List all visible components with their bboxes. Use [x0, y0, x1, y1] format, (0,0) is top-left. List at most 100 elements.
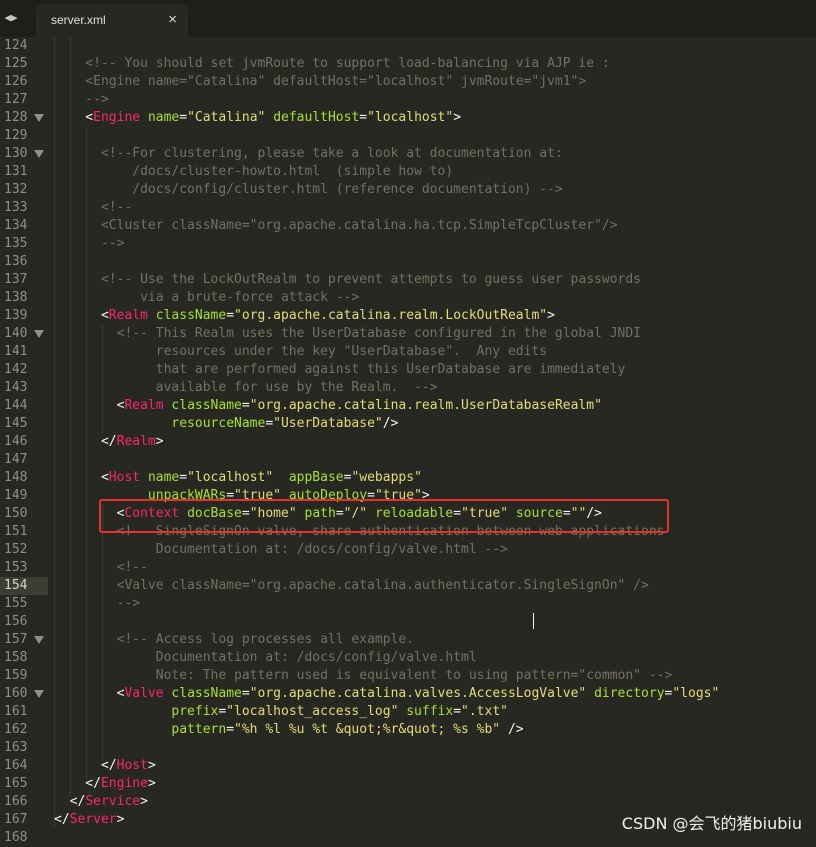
- code-token: via a brute-force attack -->: [54, 290, 360, 305]
- code-line[interactable]: 155 -->: [0, 595, 816, 613]
- code-token: <: [54, 470, 109, 485]
- code-token: Host: [116, 758, 148, 773]
- tab-server-xml[interactable]: server.xml ×: [36, 4, 188, 37]
- code-line[interactable]: 157 <!-- Access log processes all exampl…: [0, 631, 816, 649]
- tab-label: server.xml: [51, 13, 106, 27]
- code-text: </Server>: [54, 811, 124, 829]
- line-number-cell: 151: [0, 523, 48, 541]
- code-token: >: [453, 110, 462, 125]
- code-text: <Host name="localhost" appBase="webapps": [54, 469, 422, 487]
- code-text: Documentation at: /docs/config/valve.htm…: [54, 649, 477, 667]
- code-token: >: [155, 434, 164, 449]
- code-line[interactable]: 140 <!-- This Realm uses the UserDatabas…: [0, 325, 816, 343]
- code-line[interactable]: 153 <!--: [0, 559, 816, 577]
- code-line[interactable]: 141 resources under the key "UserDatabas…: [0, 343, 816, 361]
- line-number: 135: [4, 236, 28, 251]
- code-line[interactable]: 132 /docs/config/cluster.html (reference…: [0, 181, 816, 199]
- code-line[interactable]: 164 </Host>: [0, 757, 816, 775]
- code-line[interactable]: 148 <Host name="localhost" appBase="weba…: [0, 469, 816, 487]
- code-token: =: [226, 308, 235, 323]
- code-line[interactable]: 154 <Valve className="org.apache.catalin…: [0, 577, 816, 595]
- code-line[interactable]: 161 prefix = "localhost_access_log" suffix…: [0, 703, 816, 721]
- code-text: <Realm className="org.apache.catalina.re…: [54, 307, 555, 325]
- code-line[interactable]: 126 <Engine name="Catalina" defaultHost=…: [0, 73, 816, 91]
- code-line[interactable]: 166 </Service>: [0, 793, 816, 811]
- line-number-cell: 141: [0, 343, 48, 361]
- code-token: -->: [54, 596, 141, 611]
- code-text: <!-- This Realm uses the UserDatabase co…: [54, 325, 641, 343]
- line-number-cell: 150: [0, 505, 48, 523]
- code-line[interactable]: 147: [0, 451, 816, 469]
- line-number: 141: [4, 344, 28, 359]
- code-editor[interactable]: 124 125 <!-- You should set jvmRoute to s…: [0, 37, 816, 845]
- code-line[interactable]: 136: [0, 253, 816, 271]
- code-line[interactable]: 138 via a brute-force attack -->: [0, 289, 816, 307]
- line-number: 154: [4, 578, 28, 593]
- tab-scroll-arrows-icon[interactable]: ◀▶: [0, 8, 22, 28]
- code-token: <: [54, 398, 125, 413]
- fold-arrow-icon[interactable]: [34, 636, 44, 644]
- code-line[interactable]: 134 <Cluster className="org.apache.catal…: [0, 217, 816, 235]
- code-line[interactable]: 144 <Realm className="org.apache.catalin…: [0, 397, 816, 415]
- line-number-cell: 130: [0, 145, 48, 163]
- line-number-cell: 154: [0, 577, 48, 595]
- code-line[interactable]: 133 <!--: [0, 199, 816, 217]
- code-text: </Engine>: [54, 775, 155, 793]
- code-token: "localhost_access_log": [226, 704, 399, 719]
- code-line[interactable]: 128 <Engine name="Catalina" defaultHost=…: [0, 109, 816, 127]
- close-icon[interactable]: ×: [168, 11, 177, 28]
- line-number: 157: [4, 632, 28, 647]
- line-number: 130: [4, 146, 28, 161]
- code-token: appBase: [288, 470, 344, 485]
- code-token: <: [54, 308, 109, 323]
- fold-arrow-icon[interactable]: [34, 690, 44, 698]
- line-number-cell: 135: [0, 235, 48, 253]
- code-line[interactable]: 139 <Realm className="org.apache.catalin…: [0, 307, 816, 325]
- code-line[interactable]: 145 resourceName="UserDatabase"/>: [0, 415, 816, 433]
- code-token: <!-- This Realm uses the UserDatabase co…: [54, 326, 641, 341]
- code-line[interactable]: 124: [0, 37, 816, 55]
- code-token: >: [547, 308, 555, 323]
- line-number-cell: 140: [0, 325, 48, 343]
- text-cursor: [533, 613, 534, 629]
- code-token: resourceName: [171, 416, 266, 431]
- code-line[interactable]: 163: [0, 739, 816, 757]
- code-line[interactable]: 142 that are performed against this User…: [0, 361, 816, 379]
- code-line[interactable]: 160 <Valve className="org.apache.catalin…: [0, 685, 816, 703]
- code-token: "Catalina": [187, 110, 266, 125]
- code-line[interactable]: 137 <!-- Use the LockOutRealm to prevent…: [0, 271, 816, 289]
- fold-arrow-icon[interactable]: [34, 330, 44, 338]
- fold-arrow-icon[interactable]: [34, 150, 44, 158]
- code-line[interactable]: 165 </Engine>: [0, 775, 816, 793]
- code-token: name: [147, 110, 180, 125]
- code-line[interactable]: 159 Note: The pattern used is equivalent…: [0, 667, 816, 685]
- code-line[interactable]: 129: [0, 127, 816, 145]
- line-number-cell: 143: [0, 379, 48, 397]
- code-line[interactable]: 143 available for use by the Realm. -->: [0, 379, 816, 397]
- code-token: =: [226, 722, 235, 737]
- code-line[interactable]: 162 pattern="%h %l %u %t &quot;%r&quot; …: [0, 721, 816, 739]
- line-number-cell: 159: [0, 667, 48, 685]
- code-line[interactable]: 127 -->: [0, 91, 816, 109]
- code-token: />: [382, 416, 399, 431]
- code-text: -->: [54, 595, 140, 613]
- code-line[interactable]: 156: [0, 613, 816, 631]
- line-number: 137: [4, 272, 28, 287]
- code-line[interactable]: 131 /docs/cluster-howto.html (simple how…: [0, 163, 816, 181]
- code-text: Note: The pattern used is equivalent to …: [54, 667, 673, 685]
- code-line[interactable]: 130 <!--For clustering, please take a lo…: [0, 145, 816, 163]
- code-line[interactable]: 152 Documentation at: /docs/config/valve…: [0, 541, 816, 559]
- line-number: 162: [4, 722, 28, 737]
- annotation-highlight-box: [99, 499, 669, 533]
- code-text: <!-- You should set jvmRoute to support …: [54, 55, 609, 73]
- code-line[interactable]: 158 Documentation at: /docs/config/valve…: [0, 649, 816, 667]
- code-token: "org.apache.catalina.valves.AccessLogVal…: [249, 686, 587, 701]
- code-token: Documentation at: /docs/config/valve.htm…: [54, 542, 508, 557]
- code-line[interactable]: 135 -->: [0, 235, 816, 253]
- code-line[interactable]: 146 </Realm>: [0, 433, 816, 451]
- code-text: -->: [54, 91, 109, 109]
- fold-arrow-icon[interactable]: [34, 114, 44, 122]
- code-line[interactable]: 125 <!-- You should set jvmRoute to supp…: [0, 55, 816, 73]
- line-number: 160: [4, 686, 28, 701]
